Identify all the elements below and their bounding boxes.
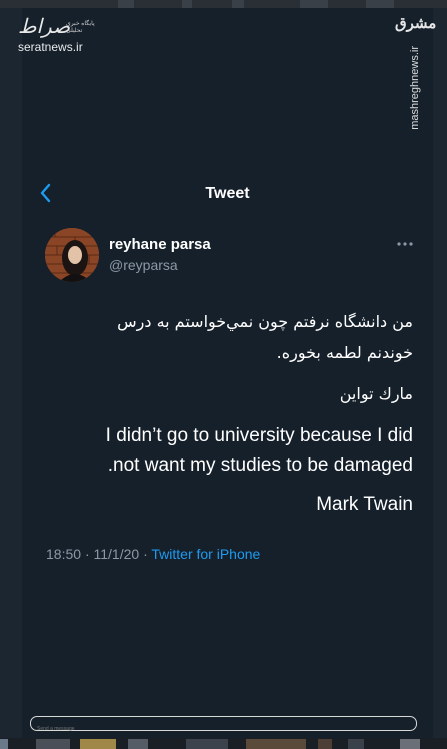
- tweet-text-fa-line-1: من دانشگاه نرفتم چون نمي‌خواستم به درس: [117, 312, 413, 331]
- tweet-text-en-line-1: I didn’t go to university because I did: [105, 425, 413, 446]
- tweet-source-link[interactable]: Twitter for iPhone: [151, 546, 260, 562]
- right-frame: [433, 8, 447, 749]
- tweet-screen: [22, 8, 433, 738]
- serat-tagline: پایگاه خبری تحلیلی: [66, 21, 95, 34]
- bottom-thumbnail-strip: [0, 738, 447, 749]
- meta-separator: ·: [143, 546, 148, 562]
- tweet-author[interactable]: reyhane parsa @reyparsa: [109, 236, 211, 273]
- tweet-text-en-line-2: .not want my studies to be damaged: [107, 455, 413, 476]
- ellipsis-icon: [397, 242, 413, 246]
- tweet-text-fa-line-2: خوندنم لطمه بخوره.: [276, 343, 413, 362]
- mashregh-logo-text: مشرق: [395, 15, 437, 32]
- message-bar: [30, 716, 417, 736]
- tweet-date: 11/1/20: [93, 546, 140, 562]
- tweet-text-en-line-3: Mark Twain: [316, 494, 413, 515]
- mashregh-site: mashreghnews.ir: [409, 46, 421, 130]
- avatar-image: [45, 228, 99, 282]
- top-browser-strip: [0, 0, 447, 8]
- tweet-text-fa-line-3: مارك تواين: [339, 384, 413, 403]
- mashregh-watermark: مشرق mashreghnews.ir: [395, 14, 437, 130]
- display-name[interactable]: reyhane parsa: [109, 236, 211, 253]
- left-frame: [0, 8, 22, 749]
- page-title: Tweet: [205, 185, 250, 202]
- serat-watermark: صراط پایگاه خبری تحلیلی seratnews.ir: [18, 14, 108, 54]
- serat-site: seratnews.ir: [18, 40, 83, 54]
- message-input[interactable]: [31, 722, 413, 736]
- tweet-header: Tweet: [22, 178, 433, 212]
- more-options-button[interactable]: [396, 234, 414, 250]
- meta-separator: ·: [84, 546, 90, 562]
- tweet-time: 18:50: [46, 546, 82, 562]
- avatar[interactable]: [45, 228, 99, 282]
- tweet-metadata: 18:50 · 11/1/20 · Twitter for iPhone: [46, 546, 260, 562]
- user-handle[interactable]: @reyparsa: [109, 257, 211, 273]
